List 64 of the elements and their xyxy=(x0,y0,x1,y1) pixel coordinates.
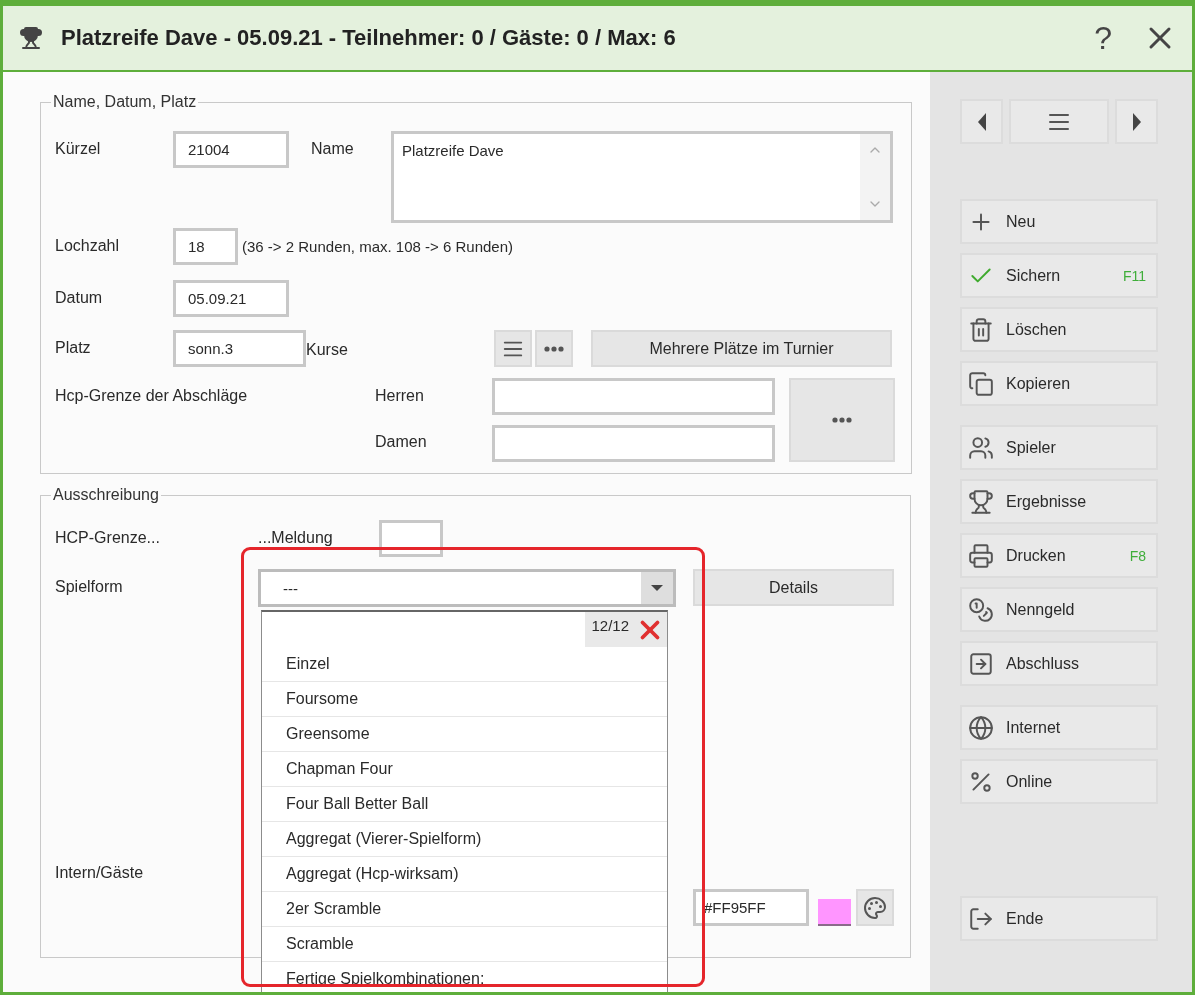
help-button[interactable]: ? xyxy=(1082,19,1124,57)
field-label: Intern/Gäste xyxy=(55,863,145,882)
field-label: Hcp-Grenze der Abschläge xyxy=(55,386,249,405)
group-legend: Name, Datum, Platz xyxy=(51,93,199,111)
damen-field[interactable] xyxy=(492,425,775,462)
ellipsis-icon xyxy=(832,417,852,423)
sidebar-button[interactable]: Sichern F11 xyxy=(960,253,1158,298)
trophy-icon xyxy=(968,488,994,515)
users-icon xyxy=(968,434,994,461)
window-title: Platzreife Dave - 05.09.21 - Teilnehmer: 0 / Gäste: 0 / Max: 6 xyxy=(61,25,677,51)
color-field[interactable]: #FF95FF xyxy=(693,889,809,926)
sidebar-button[interactable]: Spieler xyxy=(960,425,1158,470)
datum-field[interactable]: 05.09.21 xyxy=(173,280,289,317)
copy-icon xyxy=(968,370,994,397)
herren-field[interactable] xyxy=(492,378,775,415)
list-button[interactable] xyxy=(1009,99,1109,144)
list-button[interactable] xyxy=(494,330,532,367)
arrow-box-icon xyxy=(968,650,994,677)
coins-icon xyxy=(968,596,994,623)
field-label: Lochzahl xyxy=(55,236,121,255)
group-legend: Ausschreibung xyxy=(51,486,161,504)
spielform-select[interactable]: --- xyxy=(258,569,676,607)
palette-button[interactable] xyxy=(856,889,894,926)
trophy-icon xyxy=(19,26,43,50)
field-label: Platz xyxy=(55,338,92,357)
sidebar-button[interactable]: Ende xyxy=(960,896,1158,941)
details-button[interactable]: Details xyxy=(693,569,894,606)
field-label: Name xyxy=(311,139,355,158)
next-button[interactable] xyxy=(1115,99,1158,144)
field-label: HCP-Grenze... xyxy=(55,528,161,547)
palette-icon xyxy=(863,895,887,920)
field-label: Spielform xyxy=(55,577,124,596)
shortcut-label: F8 xyxy=(1129,547,1146,564)
field-label: Datum xyxy=(55,288,104,307)
sidebar-button[interactable]: Online xyxy=(960,759,1158,804)
globe-icon xyxy=(968,714,994,741)
field-label: Kurse xyxy=(306,340,349,359)
sidebar-button[interactable]: Nenngeld xyxy=(960,587,1158,632)
printer-icon xyxy=(968,542,994,569)
field-label: Herren xyxy=(375,386,425,405)
sidebar-button[interactable]: Ergebnisse xyxy=(960,479,1158,524)
ellipsis-icon xyxy=(544,345,564,352)
exit-icon xyxy=(968,905,994,932)
sidebar-button[interactable]: Drucken F8 xyxy=(960,533,1158,578)
more-button[interactable] xyxy=(535,330,573,367)
platz-field[interactable]: sonn.3 xyxy=(173,330,306,367)
sidebar-button[interactable]: Abschluss xyxy=(960,641,1158,686)
sidebar-button[interactable]: Neu xyxy=(960,199,1158,244)
trash-icon xyxy=(968,316,994,343)
field-label: Damen xyxy=(375,432,428,451)
caret-icon xyxy=(651,585,663,591)
previous-button[interactable] xyxy=(960,99,1003,144)
hint-text: (36 -> 2 Runden, max. 108 -> 6 Runden) xyxy=(241,237,513,255)
counter-text: 12/12 xyxy=(591,617,629,636)
kuerzel-field[interactable]: 21004 xyxy=(173,131,289,168)
meldung-field[interactable] xyxy=(379,520,443,557)
shortcut-label: F11 xyxy=(1122,267,1146,284)
field-label: Kürzel xyxy=(55,139,102,158)
lochzahl-field[interactable]: 18 xyxy=(173,228,238,265)
field-label: ...Meldung xyxy=(258,528,334,547)
sidebar-button[interactable]: Löschen xyxy=(960,307,1158,352)
sidebar-button[interactable]: Kopieren xyxy=(960,361,1158,406)
multi-course-button[interactable]: Mehrere Plätze im Turnier xyxy=(591,330,892,367)
sidebar-button[interactable]: Internet xyxy=(960,705,1158,750)
